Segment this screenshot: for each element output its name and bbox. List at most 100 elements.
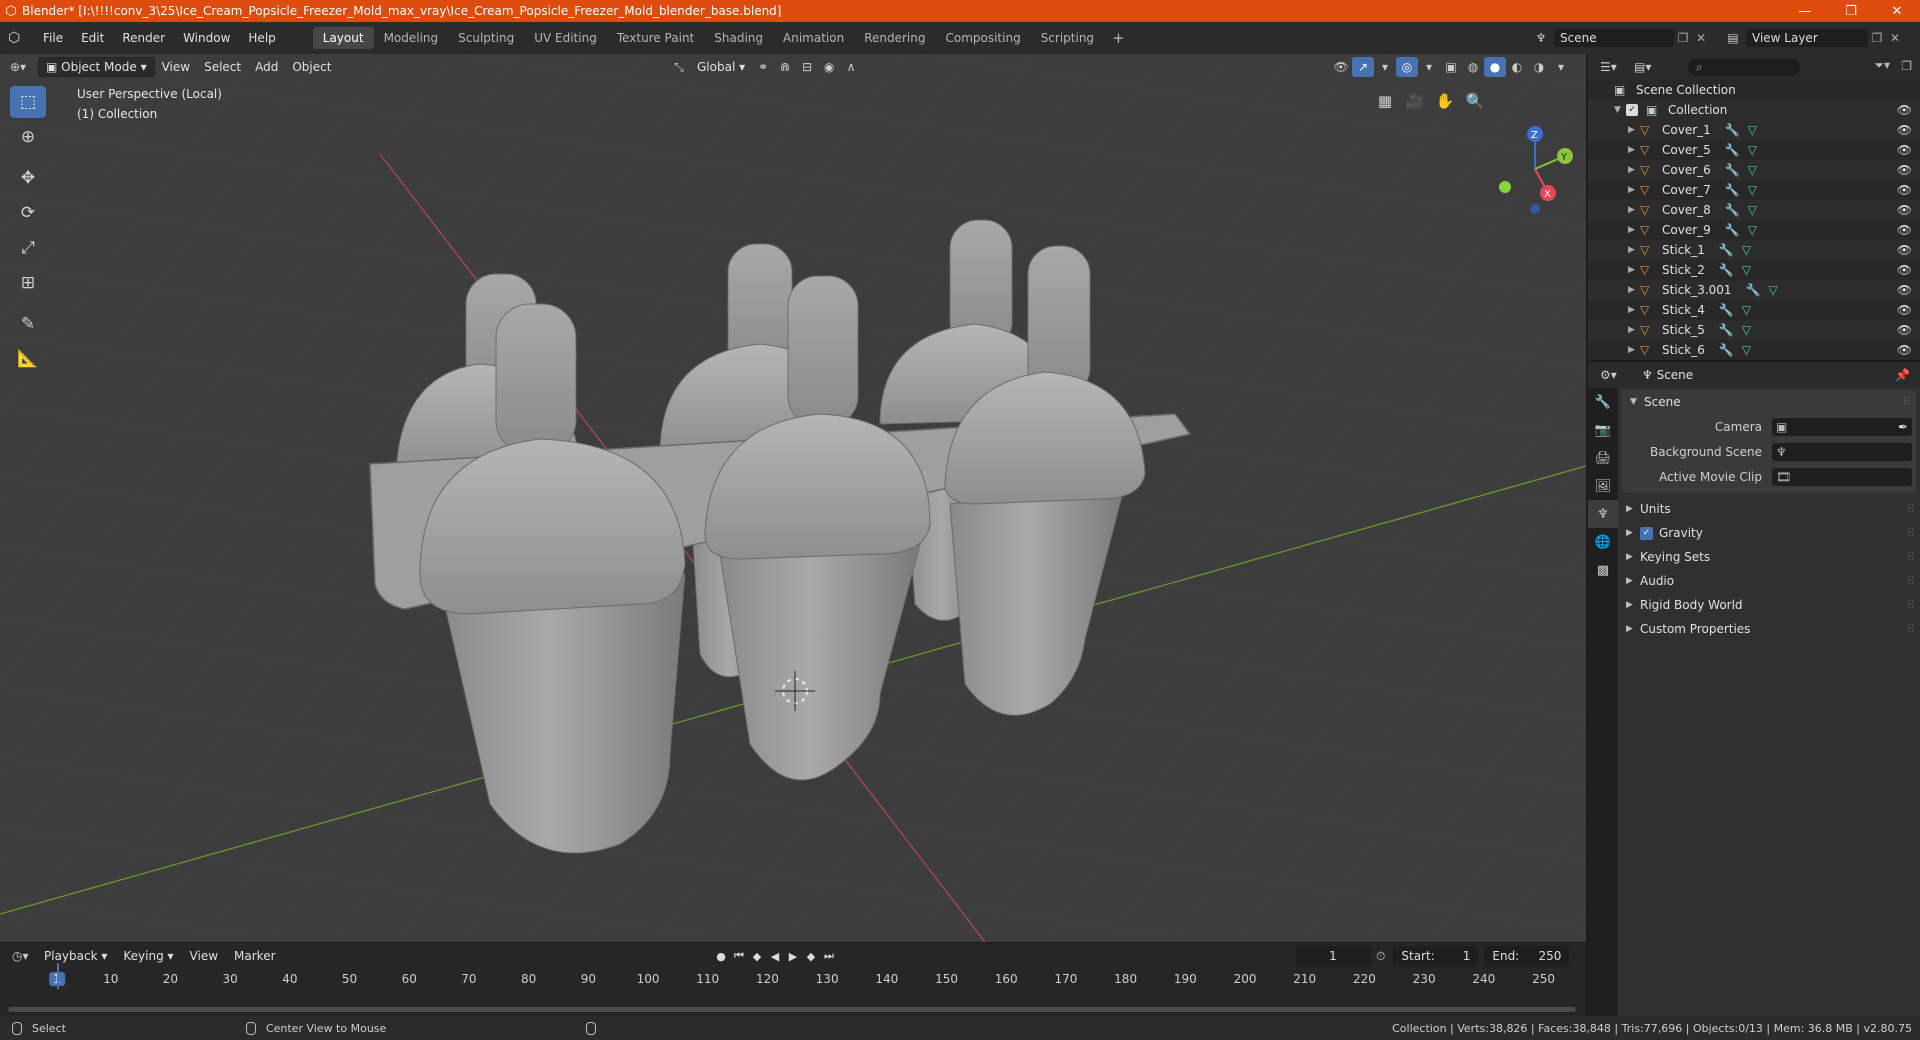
audio-panel-header[interactable]: ▶ Audio ⠿ [1618,569,1920,593]
timeline-menu-keying[interactable]: Keying ▾ [115,949,181,963]
mesh-data-icon[interactable]: ▽ [1748,143,1757,157]
outliner-item[interactable]: ▶ ▽ Stick_4 🔧 ▽ 👁 [1588,300,1920,320]
cursor-tool-icon[interactable]: ⊕ [10,121,46,153]
solid-shading-icon[interactable]: ● [1484,57,1506,77]
outliner-item[interactable]: ▶ ▽ Stick_5 🔧 ▽ 👁 [1588,320,1920,340]
tab-shading[interactable]: Shading [704,27,773,49]
scene-name-field[interactable]: Scene [1554,29,1674,47]
gravity-checkbox[interactable]: ✓ [1640,526,1653,540]
play-icon[interactable]: ▶ [784,946,802,966]
mesh-data-icon[interactable]: ▽ [1748,203,1757,217]
view-layer-tab-icon[interactable]: 🖼 [1588,472,1618,500]
modifier-wrench-icon[interactable]: 🔧 [1725,163,1740,177]
expand-arrow-icon[interactable]: ▶ [1628,225,1640,235]
outliner-scene-collection[interactable]: ▣ Scene Collection [1588,80,1920,100]
drag-handle-icon[interactable]: ⠿ [1906,526,1915,540]
viewport-menu-object[interactable]: Object [285,57,338,77]
pin-icon[interactable]: 📌 [1895,368,1910,382]
tab-rendering[interactable]: Rendering [854,27,935,49]
viewport-menu-view[interactable]: View [155,57,197,77]
object-mode-dropdown[interactable]: ▣ Object Mode ▾ [38,57,155,77]
add-workspace-button[interactable]: + [1104,29,1133,47]
new-scene-icon[interactable]: ❐ [1674,31,1692,45]
mesh-data-icon[interactable]: ▽ [1742,323,1751,337]
mesh-data-icon[interactable]: ▽ [1769,283,1778,297]
scene-icon[interactable]: ♆ [1528,31,1554,45]
select-box-tool-icon[interactable]: ⬚ [10,86,46,118]
collection-exclude-checkbox[interactable]: ✓ [1626,104,1638,116]
eye-icon[interactable]: 👁 [1897,163,1912,177]
annotate-tool-icon[interactable]: ✎ [10,308,46,340]
visibility-icon[interactable]: 👁 [1330,57,1352,77]
timeline-scrollbar[interactable] [8,1007,1576,1012]
expand-arrow-icon[interactable]: ▶ [1628,325,1640,335]
timeline-editor-type-icon[interactable]: ◷▾ [0,949,36,963]
eye-icon[interactable]: 👁 [1897,263,1912,277]
rotate-tool-icon[interactable]: ⟳ [10,197,46,229]
background-scene-field[interactable]: ♆ [1772,442,1912,461]
xray-icon[interactable]: ▣ [1440,57,1462,77]
modifier-wrench-icon[interactable]: 🔧 [1719,303,1734,317]
mesh-data-icon[interactable]: ▽ [1742,343,1751,357]
material-shading-icon[interactable]: ◐ [1506,57,1528,77]
units-panel-header[interactable]: ▶ Units ⠿ [1618,497,1920,521]
outliner-item[interactable]: ▶ ▽ Stick_3.001 🔧 ▽ 👁 [1588,280,1920,300]
overlay-dropdown-icon[interactable]: ▾ [1418,57,1440,77]
filter-icon[interactable]: ⏷▾ [1874,58,1890,73]
end-frame-field[interactable]: End: 250 [1484,946,1570,966]
prev-keyframe-icon[interactable]: ◆ [748,946,766,966]
outliner-search-input[interactable]: ⌕ [1688,58,1800,76]
tab-layout[interactable]: Layout [312,27,374,49]
outliner-item[interactable]: ▶ ▽ Stick_2 🔧 ▽ 👁 [1588,260,1920,280]
modifier-wrench-icon[interactable]: 🔧 [1746,283,1761,297]
expand-arrow-icon[interactable]: ▶ [1628,145,1640,155]
scene-tab-icon[interactable]: ♆ [1588,500,1618,528]
snap-icon[interactable]: ⋒ [774,57,796,77]
viewport-menu-select[interactable]: Select [197,57,248,77]
render-tab-icon[interactable]: 📷 [1588,416,1618,444]
outliner-item[interactable]: ▶ ▽ Stick_1 🔧 ▽ 👁 [1588,240,1920,260]
drag-handle-icon[interactable]: ⠿ [1906,574,1915,588]
frame-ruler[interactable]: 1102030405060708090100110120130140150160… [0,969,1586,991]
gravity-panel-header[interactable]: ▶ ✓ Gravity ⠿ [1618,521,1920,545]
menu-file[interactable]: File [34,31,72,45]
expand-arrow-icon[interactable]: ▶ [1628,185,1640,195]
tab-compositing[interactable]: Compositing [935,27,1030,49]
outliner-item[interactable]: ▶ ▽ Cover_5 🔧 ▽ 👁 [1588,140,1920,160]
expand-arrow-icon[interactable]: ▶ [1628,305,1640,315]
delete-view-layer-icon[interactable]: ✕ [1886,31,1904,45]
output-tab-icon[interactable]: 🖨 [1588,444,1618,472]
properties-editor-type-icon[interactable]: ⚙▾ [1588,368,1630,382]
tab-uv-editing[interactable]: UV Editing [524,27,607,49]
overlay-toggle-icon[interactable]: ◎ [1396,57,1418,77]
neg-z-axis-ball[interactable] [1530,204,1540,214]
view-layer-name-field[interactable]: View Layer [1746,29,1868,47]
current-frame-field[interactable]: 1 [1296,946,1370,966]
outliner-item[interactable]: ▶ ▽ Cover_6 🔧 ▽ 👁 [1588,160,1920,180]
rigid-body-world-panel-header[interactable]: ▶ Rigid Body World ⠿ [1618,593,1920,617]
outliner-item[interactable]: ▶ ▽ Stick_6 🔧 ▽ 👁 [1588,340,1920,360]
keying-sets-panel-header[interactable]: ▶ Keying Sets ⠿ [1618,545,1920,569]
viewport-scene[interactable]: Z Y X [0,54,1586,942]
outliner-editor-type-icon[interactable]: ☰▾ [1588,60,1628,74]
transform-tool-icon[interactable]: ⊞ [10,267,46,299]
shading-dropdown-icon[interactable]: ▾ [1550,57,1572,77]
delete-scene-icon[interactable]: ✕ [1692,31,1710,45]
move-tool-icon[interactable]: ✥ [10,162,46,194]
modifier-wrench-icon[interactable]: 🔧 [1725,203,1740,217]
mesh-data-icon[interactable]: ▽ [1742,243,1751,257]
modifier-wrench-icon[interactable]: 🔧 [1719,243,1734,257]
falloff-icon[interactable]: ∧ [840,57,862,77]
world-tab-icon[interactable]: 🌐 [1588,528,1618,556]
gizmo-toggle-icon[interactable]: ↗ [1352,57,1374,77]
expand-arrow-icon[interactable]: ▶ [1628,285,1640,295]
tab-animation[interactable]: Animation [773,27,854,49]
snap-target-icon[interactable]: ⊟ [796,57,818,77]
mesh-data-icon[interactable]: ▽ [1748,183,1757,197]
menu-render[interactable]: Render [113,31,174,45]
start-frame-field[interactable]: Start: 1 [1393,946,1479,966]
mesh-data-icon[interactable]: ▽ [1748,163,1757,177]
outliner-item[interactable]: ▶ ▽ Cover_8 🔧 ▽ 👁 [1588,200,1920,220]
eye-icon[interactable]: 👁 [1897,123,1912,137]
tab-texture-paint[interactable]: Texture Paint [607,27,704,49]
